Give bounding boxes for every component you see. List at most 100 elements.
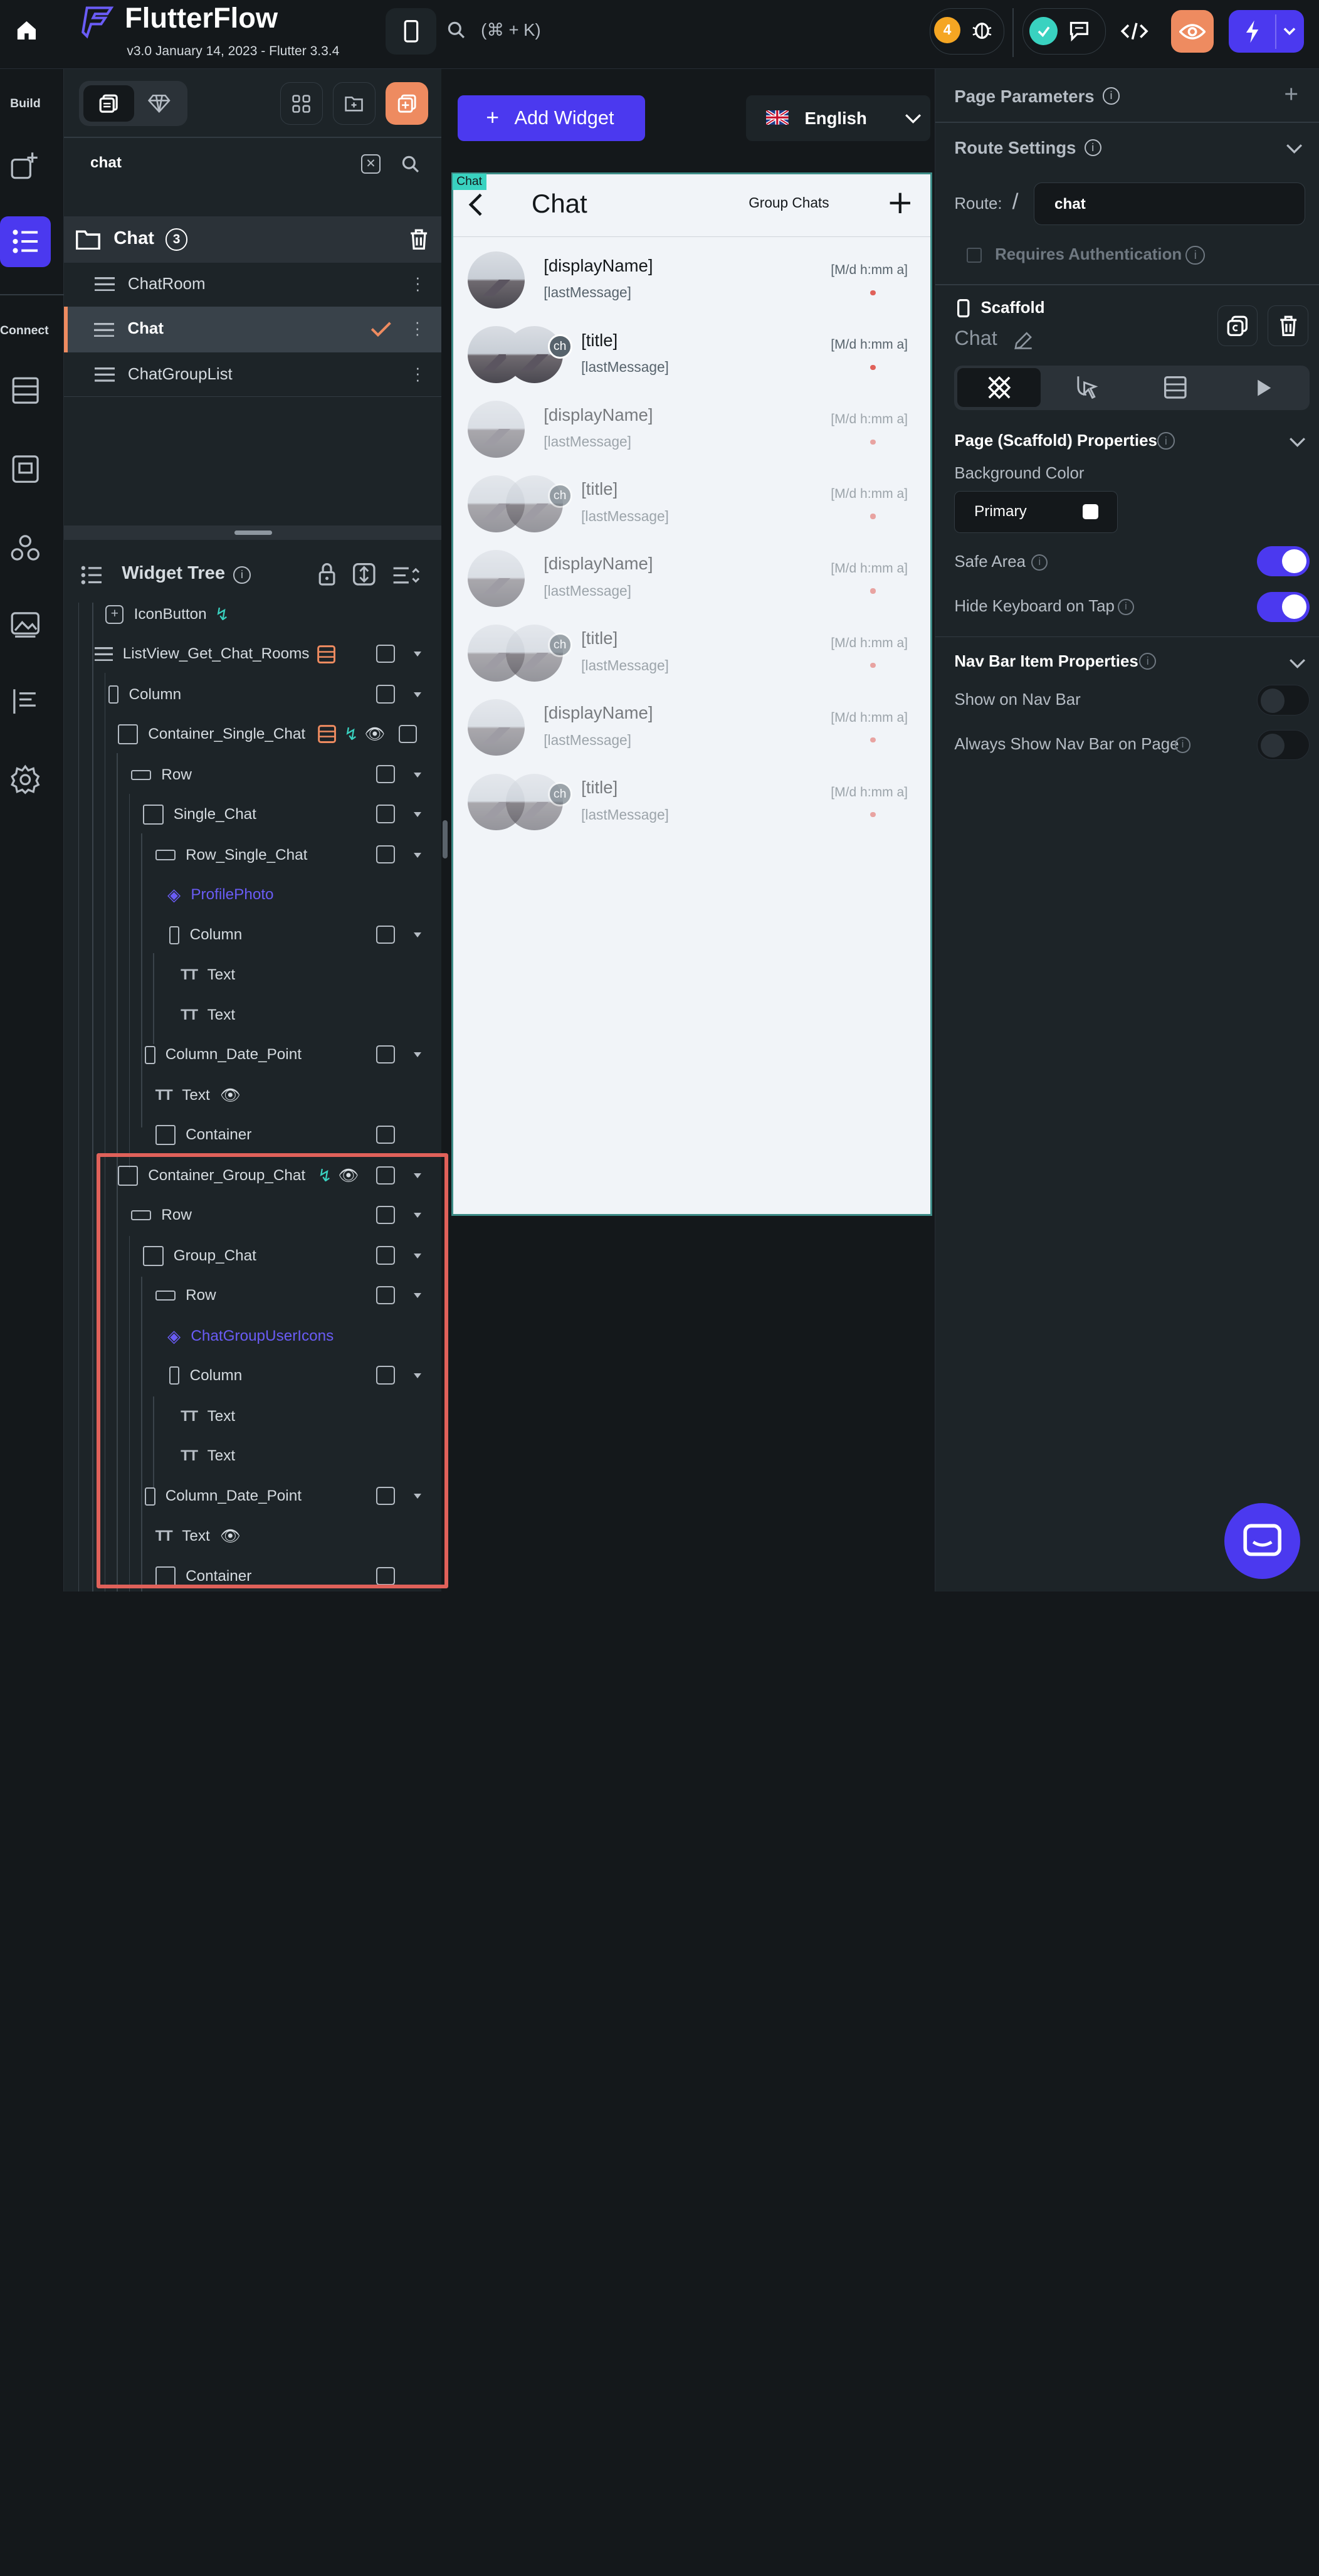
group-chat-item[interactable]: ch [title] [lastMessage] [M/d h:mm a] [453, 318, 932, 392]
always-show-nav-toggle[interactable] [1256, 729, 1310, 761]
more-vert-icon[interactable]: · · · [415, 360, 421, 388]
tab-actions[interactable] [1046, 368, 1129, 407]
sort-lines-icon[interactable] [392, 566, 421, 584]
components-mode-button[interactable] [136, 85, 182, 122]
clear-search-icon[interactable]: ✕ [361, 154, 381, 174]
route-input[interactable]: chat [1033, 182, 1306, 226]
tree-node-row-single-chat[interactable]: Row_Single_Chat [64, 835, 441, 875]
safe-area-toggle[interactable] [1256, 546, 1310, 577]
search-icon[interactable] [446, 20, 466, 40]
caret-down-icon[interactable] [414, 772, 422, 778]
add-child-icon[interactable] [376, 926, 395, 944]
single-chat-item[interactable]: [displayName] [lastMessage] [M/d h:mm a] [453, 542, 932, 616]
caret-down-icon[interactable] [414, 652, 422, 657]
device-toggle-button[interactable] [386, 8, 436, 55]
media-assets-icon[interactable] [0, 599, 51, 650]
new-folder-button[interactable] [332, 82, 376, 125]
tab-animations[interactable] [1222, 368, 1306, 407]
tree-node-iconbutton[interactable]: + IconButton ↯ [64, 594, 441, 634]
storage-icon[interactable] [0, 443, 51, 494]
add-parameter-icon[interactable]: + [1284, 81, 1298, 108]
home-icon[interactable] [10, 14, 43, 47]
add-child-icon[interactable] [399, 724, 418, 743]
tree-node-container[interactable]: Container [64, 1116, 441, 1155]
chevron-down-icon[interactable] [1288, 658, 1306, 670]
show-on-nav-bar-toggle[interactable] [1256, 685, 1310, 716]
single-chat-item[interactable]: [displayName] [lastMessage] [M/d h:mm a] [453, 691, 932, 765]
tree-node-column[interactable]: Column [64, 916, 441, 955]
page-item-chatgrouplist[interactable]: ChatGroupList · · · [63, 352, 442, 397]
tree-node-column-date-point[interactable]: Column_Date_Point [64, 1035, 441, 1075]
add-child-icon[interactable] [376, 805, 395, 823]
add-child-icon[interactable] [376, 685, 395, 704]
expand-collapse-icon[interactable] [353, 563, 376, 586]
caret-down-icon[interactable] [414, 1052, 422, 1058]
add-widget-rail-icon[interactable] [0, 140, 51, 191]
storyboard-icon[interactable] [0, 676, 51, 727]
tab-backend-query[interactable] [1134, 368, 1217, 407]
search-shortcut[interactable]: (⌘ + K) [481, 20, 541, 40]
add-plus-icon[interactable] [889, 192, 912, 214]
chevron-down-icon[interactable] [1285, 143, 1303, 155]
run-button[interactable] [1229, 10, 1304, 53]
page-item-chatroom[interactable]: ChatRoom · · · [64, 263, 441, 307]
trash-icon[interactable] [409, 228, 429, 251]
background-color-picker[interactable]: Primary [954, 491, 1118, 533]
page-item-chat[interactable]: Chat · · · [63, 306, 442, 352]
add-child-icon[interactable] [376, 1125, 395, 1144]
support-chat-button[interactable] [1224, 1502, 1301, 1580]
add-child-icon[interactable] [376, 1045, 395, 1064]
tree-node-single-chat[interactable]: Single_Chat [64, 794, 441, 834]
lock-icon[interactable] [318, 563, 336, 586]
tree-node-text[interactable]: TT Text [64, 996, 441, 1035]
grid-view-button[interactable] [280, 82, 323, 125]
panel-scrollbar[interactable] [442, 820, 448, 859]
group-chat-item[interactable]: ch [title] [lastMessage] [M/d h:mm a] [453, 616, 932, 690]
duplicate-button[interactable] [1217, 305, 1258, 346]
tree-node-profilephoto[interactable]: ◈ ProfilePhoto [64, 875, 441, 914]
info-icon[interactable]: i [1185, 245, 1206, 265]
tab-properties[interactable] [957, 368, 1041, 407]
code-icon[interactable] [1116, 14, 1152, 49]
info-icon[interactable]: i [1031, 554, 1048, 571]
search-icon[interactable] [400, 153, 423, 176]
requires-auth-checkbox[interactable] [966, 247, 982, 263]
info-icon[interactable]: i [1102, 87, 1120, 105]
more-vert-icon[interactable]: · · · [414, 314, 420, 342]
language-selector[interactable]: English [745, 95, 931, 141]
caret-down-icon[interactable] [414, 811, 422, 817]
chevron-down-icon[interactable] [1288, 436, 1306, 448]
caret-down-icon[interactable] [414, 932, 422, 938]
info-icon[interactable]: i [1157, 432, 1175, 450]
add-page-button[interactable] [386, 82, 428, 125]
firestore-icon[interactable] [0, 366, 51, 416]
edit-pencil-icon[interactable] [1012, 331, 1033, 351]
single-chat-item[interactable]: [displayName] [lastMessage] [M/d h:mm a] [453, 243, 932, 317]
tree-node-text[interactable]: TT Text [64, 955, 441, 995]
tree-node-row[interactable]: Row [64, 755, 441, 794]
pages-mode-button[interactable] [83, 85, 134, 122]
tree-node-container-single-chat[interactable]: Container_Single_Chat ↯ 👁 [64, 714, 441, 754]
settings-gear-icon[interactable] [0, 754, 51, 805]
tree-node-listview[interactable]: ListView_Get_Chat_Rooms [64, 635, 441, 674]
issues-badge[interactable]: 4 [934, 16, 961, 43]
check-icon[interactable] [1029, 16, 1058, 46]
add-child-icon[interactable] [376, 644, 395, 663]
group-chat-item[interactable]: ch [title] [lastMessage] [M/d h:mm a] [453, 766, 932, 840]
tree-node-column[interactable]: Column [64, 675, 441, 714]
resize-handle[interactable] [234, 531, 272, 535]
info-icon[interactable]: i [1084, 139, 1102, 157]
single-chat-item[interactable]: [displayName] [lastMessage] [M/d h:mm a] [453, 393, 932, 467]
info-icon[interactable]: i [233, 566, 251, 584]
page-search-input[interactable]: chat [90, 154, 122, 172]
delete-button[interactable] [1268, 305, 1309, 346]
group-chats-button[interactable]: Group Chats [749, 194, 829, 211]
add-child-icon[interactable] [376, 845, 395, 864]
caret-down-icon[interactable] [414, 852, 422, 858]
tree-node-text[interactable]: TT Text 👁 [64, 1076, 441, 1116]
widget-tree-rail-icon[interactable] [0, 216, 51, 267]
group-chat-item[interactable]: ch [title] [lastMessage] [M/d h:mm a] [453, 467, 932, 541]
comments-icon[interactable] [1066, 17, 1094, 45]
add-child-icon[interactable] [376, 765, 395, 784]
caret-down-icon[interactable] [414, 692, 422, 697]
